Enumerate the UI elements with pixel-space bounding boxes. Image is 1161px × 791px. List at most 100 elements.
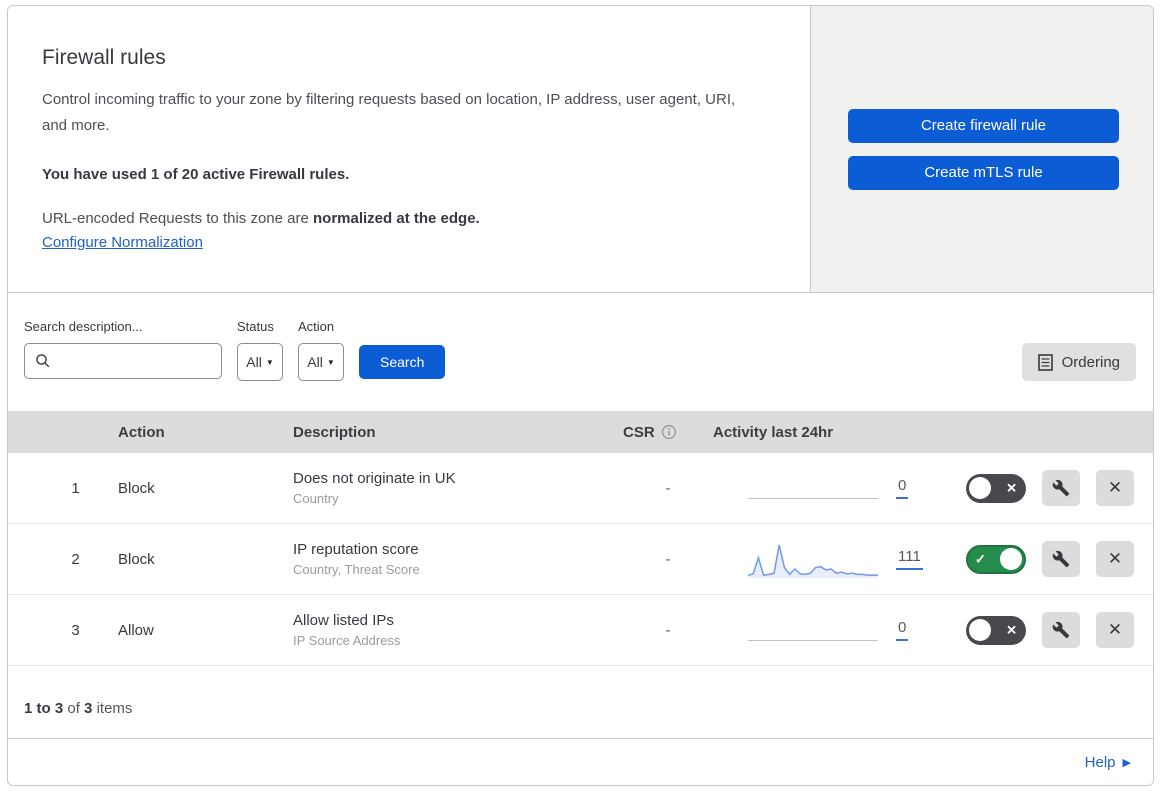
header-text-panel: Firewall rules Control incoming traffic … — [8, 6, 811, 292]
action-filter-group: Action All ▼ — [298, 319, 344, 381]
ordering-icon — [1037, 353, 1053, 371]
activity-sparkline — [748, 610, 878, 650]
status-filter-select[interactable]: All ▼ — [237, 343, 283, 381]
rule-activity-cell: 111 — [713, 539, 958, 579]
help-bar: Help ▶ — [7, 738, 1154, 786]
toggle-knob — [969, 618, 991, 641]
edit-rule-button[interactable] — [1042, 612, 1080, 648]
activity-count-link[interactable]: 111 — [896, 548, 923, 570]
help-arrow-icon: ▶ — [1122, 756, 1131, 769]
rule-fields: Country, Threat Score — [293, 562, 420, 577]
table-row: 3 Allow Allow listed IPs IP Source Addre… — [8, 595, 1153, 666]
rule-enabled-toggle[interactable]: ✕ — [966, 473, 1026, 503]
rule-controls: ✓ ✕ — [958, 541, 1153, 577]
column-action: Action — [118, 423, 165, 441]
ordering-button[interactable]: Ordering — [1021, 343, 1136, 381]
toggle-state-icon: ✕ — [1006, 480, 1017, 496]
header-section: Firewall rules Control incoming traffic … — [8, 6, 1153, 293]
rule-description-cell: Allow listed IPs IP Source Address — [293, 612, 623, 648]
rule-description-cell: IP reputation score Country, Threat Scor… — [293, 541, 623, 577]
rule-csr-value: - — [665, 621, 671, 639]
column-activity: Activity last 24hr — [713, 423, 834, 441]
wrench-icon — [1052, 621, 1070, 639]
rule-action: Block — [118, 550, 155, 568]
chevron-down-icon: ▼ — [326, 357, 335, 367]
normalization-prefix: URL-encoded Requests to this zone are — [42, 210, 309, 227]
rule-csr-value: - — [665, 550, 671, 568]
status-filter-value: All — [246, 354, 262, 370]
close-icon: ✕ — [1107, 620, 1123, 639]
footer-total: 3 — [84, 700, 93, 717]
rule-description-cell: Does not originate in UK Country — [293, 470, 623, 506]
toggle-knob — [969, 476, 991, 499]
rule-description: Does not originate in UK — [293, 470, 456, 487]
header-actions-panel: Create firewall rule Create mTLS rule — [811, 6, 1153, 292]
activity-sparkline — [748, 539, 878, 579]
toggle-state-icon: ✓ — [975, 551, 986, 567]
configure-normalization-link[interactable]: Configure Normalization — [42, 234, 203, 251]
delete-rule-button[interactable]: ✕ — [1096, 541, 1134, 577]
rule-description: Allow listed IPs — [293, 612, 394, 629]
help-link[interactable]: Help ▶ — [1085, 754, 1131, 771]
rule-controls: ✕ ✕ — [958, 470, 1153, 506]
rule-csr-value: - — [665, 479, 671, 497]
wrench-icon — [1052, 550, 1070, 568]
action-label: Action — [298, 319, 335, 334]
search-filter-group: Search description... — [24, 319, 222, 379]
table-footer: 1 to 3 of 3 items — [8, 666, 1153, 738]
normalization-emphasis: normalized at the edge. — [313, 210, 480, 227]
page-title: Firewall rules — [42, 46, 166, 69]
help-link-label: Help — [1084, 753, 1116, 771]
rule-fields: Country — [293, 491, 339, 506]
toggle-state-icon: ✕ — [1006, 622, 1017, 638]
ordering-button-label: Ordering — [1061, 353, 1120, 371]
action-filter-value: All — [307, 354, 323, 370]
rule-activity-cell: 0 — [713, 610, 958, 650]
filter-bar: Search description... Status All ▼ Actio… — [8, 293, 1153, 411]
rule-controls: ✕ ✕ — [958, 612, 1153, 648]
footer-range: 1 to 3 — [24, 700, 64, 717]
column-csr-label: CSR — [623, 423, 655, 441]
search-description-input[interactable] — [59, 353, 213, 369]
edit-rule-button[interactable] — [1042, 470, 1080, 506]
rule-priority: 3 — [71, 621, 80, 639]
action-filter-select[interactable]: All ▼ — [298, 343, 344, 381]
activity-count-link[interactable]: 0 — [896, 619, 909, 641]
activity-count-link[interactable]: 0 — [896, 477, 909, 499]
rule-priority: 2 — [71, 550, 80, 568]
delete-rule-button[interactable]: ✕ — [1096, 612, 1134, 648]
close-icon: ✕ — [1107, 478, 1123, 497]
activity-sparkline — [748, 468, 878, 508]
normalization-text: URL-encoded Requests to this zone are no… — [42, 210, 770, 227]
rule-priority: 1 — [71, 479, 80, 497]
create-firewall-rule-button[interactable]: Create firewall rule — [848, 108, 1119, 143]
search-input-box[interactable] — [24, 343, 222, 379]
footer-items: items — [96, 700, 133, 717]
rules-usage-text: You have used 1 of 20 active Firewall ru… — [42, 166, 350, 183]
wrench-icon — [1052, 479, 1070, 497]
status-label: Status — [237, 319, 274, 334]
search-button[interactable]: Search — [359, 345, 446, 379]
info-icon[interactable] — [661, 424, 677, 440]
table-row: 2 Block IP reputation score Country, Thr… — [8, 524, 1153, 595]
rule-enabled-toggle[interactable]: ✓ — [966, 544, 1026, 574]
delete-rule-button[interactable]: ✕ — [1096, 470, 1134, 506]
rule-action: Block — [118, 479, 155, 497]
column-description: Description — [293, 423, 376, 441]
search-icon — [35, 353, 51, 369]
search-label: Search description... — [24, 319, 143, 334]
page-description: Control incoming traffic to your zone by… — [42, 91, 736, 134]
table-header: Action Description CSR Activity last 24h… — [8, 411, 1153, 453]
rule-activity-cell: 0 — [713, 468, 958, 508]
close-icon: ✕ — [1107, 549, 1123, 568]
rule-action: Allow — [118, 621, 154, 639]
firewall-rules-page: Firewall rules Control incoming traffic … — [0, 0, 1161, 791]
create-mtls-rule-button[interactable]: Create mTLS rule — [848, 155, 1119, 190]
footer-of: of — [67, 700, 80, 717]
main-card: Firewall rules Control incoming traffic … — [7, 5, 1154, 738]
edit-rule-button[interactable] — [1042, 541, 1080, 577]
rule-enabled-toggle[interactable]: ✕ — [966, 615, 1026, 645]
table-row: 1 Block Does not originate in UK Country… — [8, 453, 1153, 524]
table-body: 1 Block Does not originate in UK Country… — [8, 453, 1153, 666]
status-filter-group: Status All ▼ — [237, 319, 283, 381]
